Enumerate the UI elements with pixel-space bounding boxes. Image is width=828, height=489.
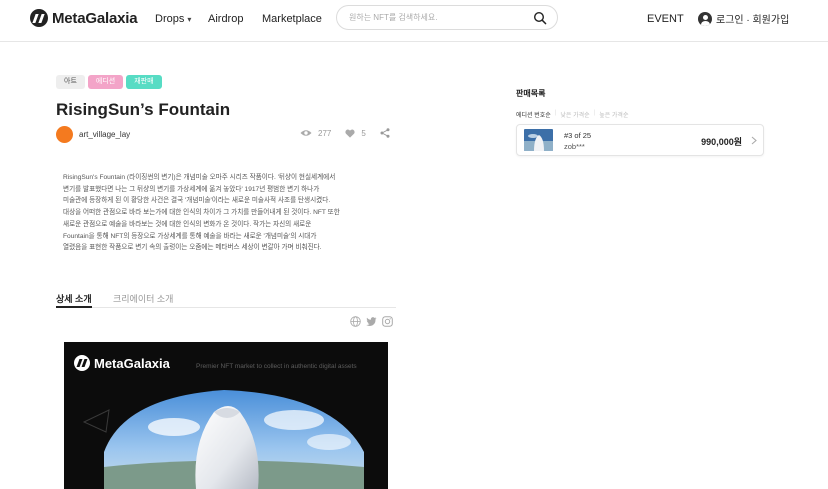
chevron-down-icon: ▾ xyxy=(187,14,192,24)
listing-price: 990,000원 xyxy=(701,137,742,147)
metagalaxia-logo-icon xyxy=(74,355,90,371)
social-links xyxy=(350,316,393,327)
description-line: 미술관에 등장하게 된 이 황당한 사건은 결국 '개념미술'이라는 새로운 미… xyxy=(63,197,331,205)
sale-listing[interactable]: #3 of 25 zob*** 990,000원 xyxy=(516,124,764,156)
user-icon xyxy=(698,11,712,26)
creator-name: art_village_lay xyxy=(79,130,131,139)
sort-high-price[interactable]: 높은 가격순 xyxy=(599,110,628,119)
item-stats: 277 5 xyxy=(300,128,390,138)
nav-drops[interactable]: Drops ▾ xyxy=(155,13,191,25)
view-count-value: 277 xyxy=(318,128,332,138)
search-icon[interactable] xyxy=(533,11,547,25)
description-line: 열렸음을 표현한 작품으로 변기 속의 출렁이는 오줌에는 메타버스 세상이 변… xyxy=(63,244,322,252)
sort-edition[interactable]: 에디션 번호순 xyxy=(516,110,551,119)
banner-tagline: Premier NFT market to collect in authent… xyxy=(196,363,357,370)
nav-drops-label: Drops xyxy=(155,13,185,25)
banner-logo-text: MetaGalaxia xyxy=(94,355,170,371)
sales-list-title: 판매목록 xyxy=(516,89,546,98)
creator-link[interactable]: art_village_lay xyxy=(56,126,130,143)
nav-marketplace[interactable]: Marketplace xyxy=(262,13,322,25)
search-input[interactable] xyxy=(349,6,529,29)
listing-seller: zob*** xyxy=(564,142,585,151)
twitter-icon[interactable] xyxy=(366,316,377,327)
login-label: 로그인 · 회원가입 xyxy=(716,15,790,26)
nav-event[interactable]: EVENT xyxy=(647,13,684,25)
tag-edition[interactable]: 에디션 xyxy=(87,75,124,89)
listing-edition: #3 of 25 xyxy=(564,131,592,140)
item-tags: 아트 에디션 재판매 xyxy=(56,75,162,89)
item-title: RisingSun’s Fountain xyxy=(56,100,231,119)
sort-separator: | xyxy=(554,110,557,116)
like-count-value: 5 xyxy=(361,128,366,138)
item-preview-banner[interactable]: MetaGalaxia Premier NFT market to collec… xyxy=(64,342,388,489)
site-logo[interactable]: MetaGalaxia xyxy=(30,9,138,27)
top-header: MetaGalaxia Drops ▾ Airdrop Marketplace … xyxy=(0,0,828,42)
login-signup-button[interactable]: 로그인 · 회원가입 xyxy=(698,11,789,26)
tag-art[interactable]: 아트 xyxy=(56,75,85,89)
nav-airdrop[interactable]: Airdrop xyxy=(208,13,243,25)
instagram-icon[interactable] xyxy=(382,316,393,327)
description-line: 새로운 관점으로 예술을 바라보는 것에 대한 인식의 변화가 온 것이다. 작… xyxy=(63,220,312,228)
creator-avatar xyxy=(56,126,73,143)
description-line: 변기를 발표했다면 나는 그 뒤샹의 변기를 가상세계에 옮겨 놓았다' 191… xyxy=(63,185,320,193)
metagalaxia-logo-icon xyxy=(30,9,48,27)
logo-text: MetaGalaxia xyxy=(52,9,138,27)
sort-separator: | xyxy=(593,110,596,116)
listing-thumbnail xyxy=(524,129,553,151)
chevron-right-icon xyxy=(751,136,757,145)
description-line: 대상을 어떠한 관점으로 바라 보는가에 대한 인식의 차이가 그 가치를 만들… xyxy=(63,209,340,217)
sort-low-price[interactable]: 낮은 가격순 xyxy=(560,110,589,119)
globe-icon[interactable] xyxy=(350,316,361,327)
sort-options: 에디션 번호순 | 낮은 가격순 | 높은 가격순 xyxy=(516,110,628,119)
share-icon[interactable] xyxy=(380,128,390,138)
tab-creator[interactable]: 크리에이터 소개 xyxy=(113,292,173,308)
description-line: RisingSun's Fountain (라이징썬의 변기)은 개념미술 오마… xyxy=(63,174,336,181)
view-count: 277 xyxy=(300,129,331,138)
tab-detail[interactable]: 상세 소개 xyxy=(56,292,92,308)
banner-logo: MetaGalaxia xyxy=(74,355,170,371)
search-box xyxy=(336,5,558,30)
item-description: RisingSun's Fountain (라이징썬의 변기)은 개념미술 오마… xyxy=(63,172,393,254)
tag-resale[interactable]: 재판매 xyxy=(126,75,162,89)
artwork-image xyxy=(82,390,364,489)
heart-icon xyxy=(345,129,355,138)
description-line: Fountain을 통해 NFT의 등장으로 가상세계를 통해 예술을 바라는 … xyxy=(63,232,317,240)
like-button[interactable]: 5 xyxy=(345,128,366,138)
eye-icon xyxy=(300,130,312,136)
detail-tabs: 상세 소개 크리에이터 소개 xyxy=(56,292,396,308)
